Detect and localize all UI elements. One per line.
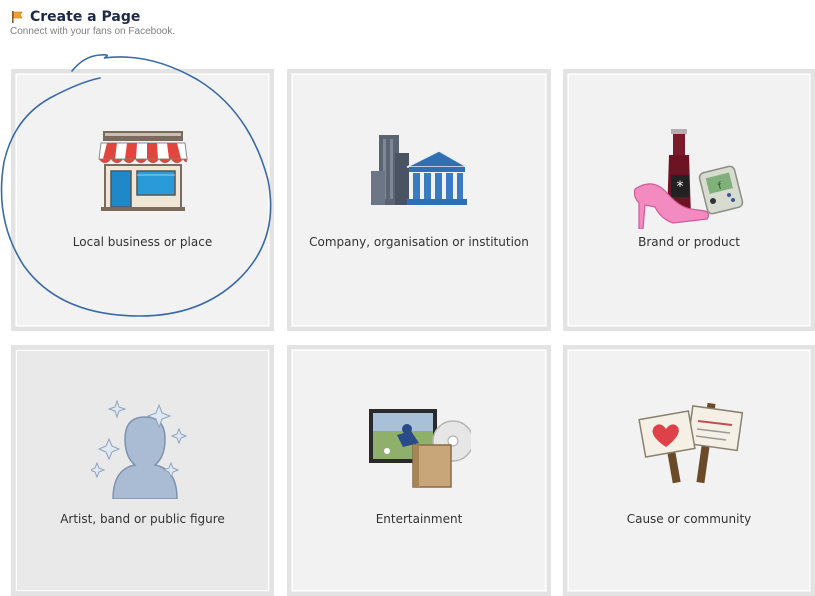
category-label: Brand or product: [638, 235, 740, 249]
category-local-business[interactable]: Local business or place: [11, 69, 274, 331]
person-silhouette-icon: [90, 399, 187, 499]
title-row: Create a Page: [10, 9, 175, 25]
storefront-icon: [97, 131, 188, 211]
flag-icon: [12, 11, 23, 23]
brand-products-icon: * f: [633, 129, 744, 229]
category-label: Company, organisation or institution: [309, 235, 529, 249]
office-building-icon: [371, 135, 469, 205]
tv-disc-book-icon: [369, 409, 471, 488]
svg-text:*: *: [677, 179, 684, 195]
protest-signs-icon: [638, 402, 744, 484]
page-subtitle: Connect with your fans on Facebook.: [10, 26, 176, 37]
page-header: Create a Page Connect with your fans on …: [10, 9, 175, 37]
category-label: Cause or community: [626, 512, 752, 526]
category-label: Local business or place: [72, 235, 213, 249]
category-brand[interactable]: * f Brand or product: [563, 69, 815, 331]
category-cause[interactable]: Cause or community: [563, 345, 815, 596]
category-artist[interactable]: Artist, band or public figure: [11, 345, 274, 596]
category-label: Artist, band or public figure: [60, 512, 225, 526]
category-entertainment[interactable]: Entertainment: [287, 345, 551, 596]
page-title: Create a Page: [30, 9, 141, 25]
category-label: Entertainment: [375, 512, 463, 526]
category-company[interactable]: Company, organisation or institution: [287, 69, 551, 331]
